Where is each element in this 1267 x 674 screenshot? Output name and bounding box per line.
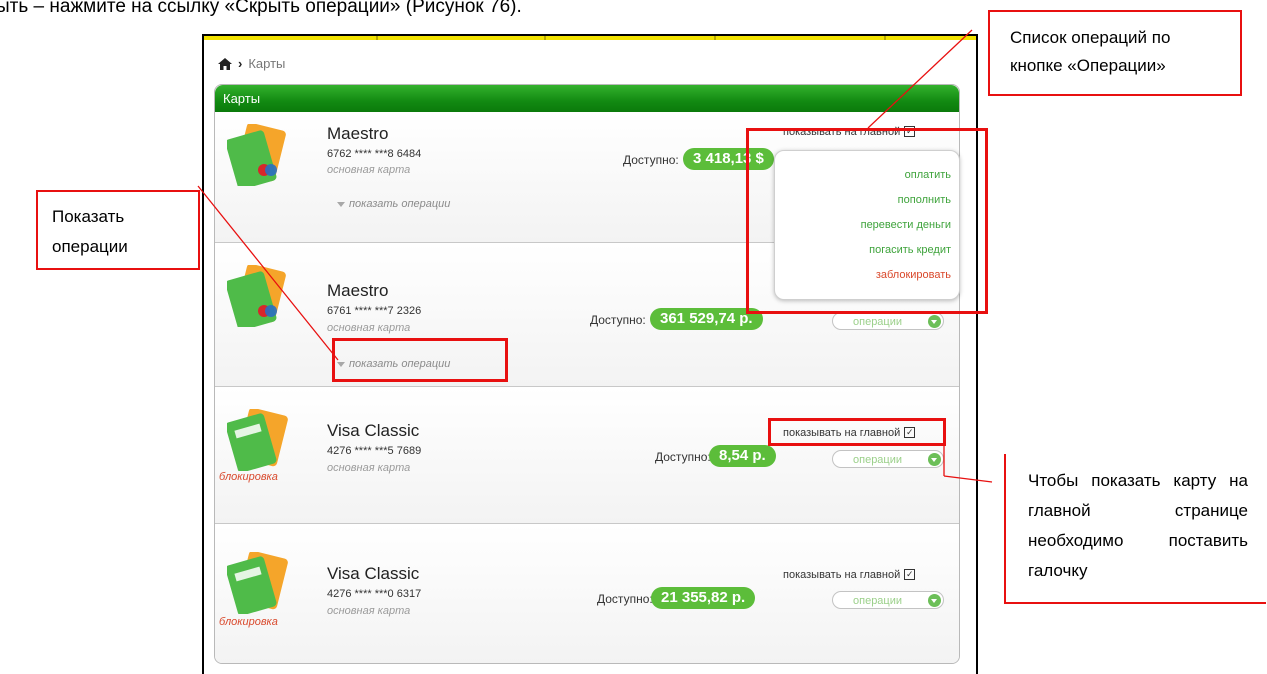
annotation-show-on-main: Чтобы показать карту на главной странице… xyxy=(1004,454,1266,604)
annotation-operations-list: Список операций по кнопке «Операции» xyxy=(988,10,1242,96)
annotation-show-operations: Показать операции xyxy=(36,190,200,270)
